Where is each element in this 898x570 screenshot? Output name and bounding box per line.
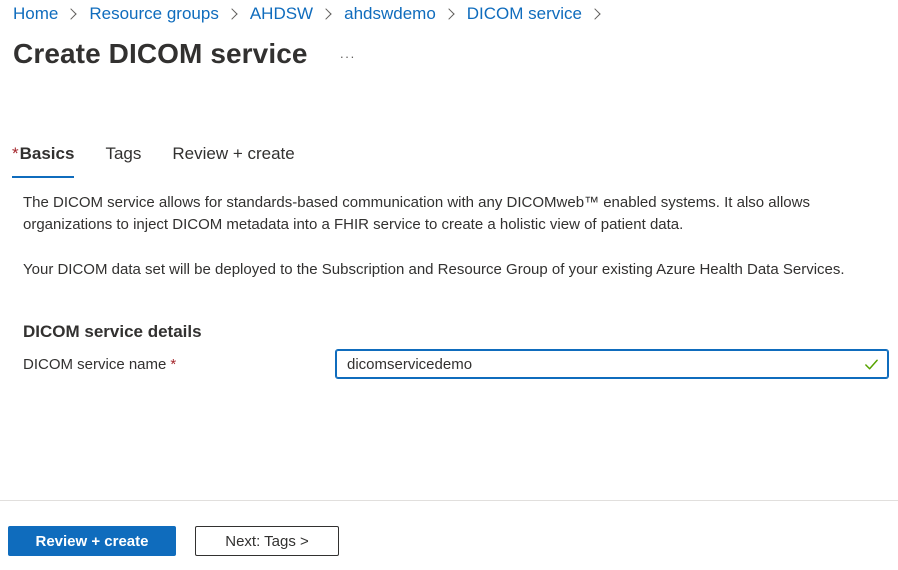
breadcrumb-dicom-service[interactable]: DICOM service xyxy=(467,4,582,24)
page-title: Create DICOM service xyxy=(13,38,308,69)
breadcrumb-resource-groups[interactable]: Resource groups xyxy=(89,4,218,24)
chevron-right-icon xyxy=(226,8,238,20)
breadcrumb-ahdswdemo[interactable]: ahdswdemo xyxy=(344,4,436,24)
deployment-note: Your DICOM data set will be deployed to … xyxy=(23,261,845,278)
tab-bar: *Basics Tags Review + create xyxy=(12,144,326,180)
checkmark-icon xyxy=(865,359,878,370)
footer-divider xyxy=(0,500,898,501)
dicom-service-name-label-text: DICOM service name xyxy=(23,356,167,373)
tab-basics[interactable]: *Basics xyxy=(12,144,75,178)
required-asterisk: * xyxy=(12,144,19,163)
chevron-right-icon xyxy=(320,8,332,20)
breadcrumb-home[interactable]: Home xyxy=(13,4,58,24)
breadcrumb-ahdsw[interactable]: AHDSW xyxy=(250,4,313,24)
title-row: Create DICOM service ··· xyxy=(13,38,356,70)
dicom-service-name-field xyxy=(335,349,889,379)
required-asterisk: * xyxy=(170,356,177,373)
dicom-service-name-label: DICOM service name * xyxy=(23,356,176,373)
section-title: DICOM service details xyxy=(23,322,202,341)
dicom-service-name-input[interactable] xyxy=(337,351,887,377)
tab-review-create[interactable]: Review + create xyxy=(172,144,294,174)
tab-tags-label: Tags xyxy=(105,144,142,163)
chevron-right-icon xyxy=(589,8,601,20)
more-options-icon[interactable]: ··· xyxy=(340,49,356,64)
next-tags-button[interactable]: Next: Tags > xyxy=(195,526,339,556)
tab-review-create-label: Review + create xyxy=(172,144,295,163)
review-create-button[interactable]: Review + create xyxy=(8,526,176,556)
chevron-right-icon xyxy=(65,8,78,20)
chevron-right-icon xyxy=(443,8,455,20)
tab-basics-label: Basics xyxy=(19,144,75,163)
tab-tags[interactable]: Tags xyxy=(105,144,141,174)
breadcrumb: Home Resource groups AHDSW ahdswdemo DIC… xyxy=(13,4,613,24)
description-paragraph: The DICOM service allows for standards-b… xyxy=(23,194,810,233)
